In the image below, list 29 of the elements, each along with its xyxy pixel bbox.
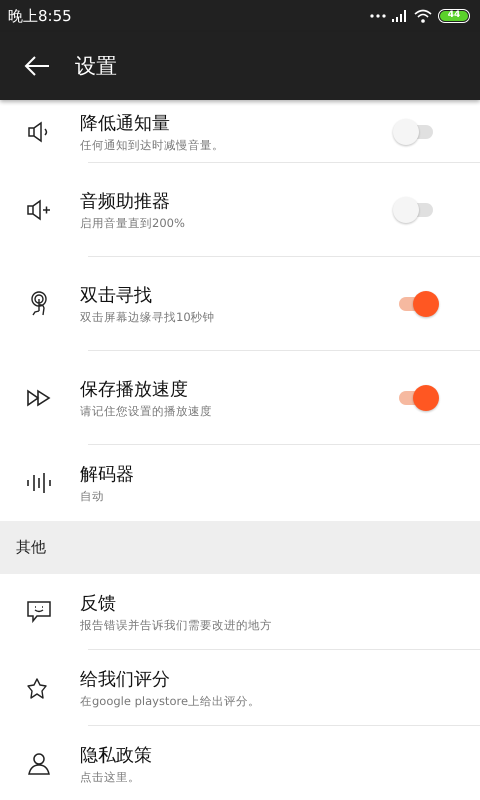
setting-description: 在google playstore上给出评分。: [80, 694, 262, 709]
setting-title: 保存播放速度: [80, 378, 189, 401]
person-icon: [27, 752, 51, 776]
screen-title: 设置: [75, 53, 117, 80]
signal-icon: [392, 10, 408, 22]
setting-description: 双击屏幕边缘寻找10秒钟: [80, 310, 216, 325]
setting-title: 解码器: [80, 463, 135, 486]
back-icon[interactable]: [24, 55, 50, 77]
setting-title: 音频助推器: [80, 190, 171, 213]
setting-description: 启用音量直到200%: [80, 216, 186, 231]
wifi-icon: [414, 9, 432, 23]
setting-description: 报告错误并告诉我们需要改进的地方: [80, 618, 273, 633]
fast-forward-icon: [26, 389, 52, 407]
setting-description: 请记住您设置的播放速度: [80, 404, 213, 419]
section-header: 其他: [0, 521, 480, 574]
feedback-icon: [26, 600, 52, 624]
setting-title: 双击寻找: [80, 284, 153, 307]
setting-description: 自动: [80, 489, 105, 504]
setting-title: 降低通知量: [80, 112, 171, 134]
setting-title: 反馈: [80, 592, 117, 615]
battery-icon: 44: [438, 9, 470, 23]
setting-title: 给我们评分: [80, 668, 171, 691]
more-icon: [370, 14, 386, 18]
volume-boost-icon: [26, 199, 52, 221]
setting-description: 点击这里。: [80, 770, 141, 785]
setting-title: 隐私政策: [80, 744, 153, 767]
waveform-icon: [26, 471, 52, 495]
setting-description: 任何通知到达时减慢音量。: [80, 138, 225, 152]
status-time: 晚上8:55: [8, 6, 72, 26]
